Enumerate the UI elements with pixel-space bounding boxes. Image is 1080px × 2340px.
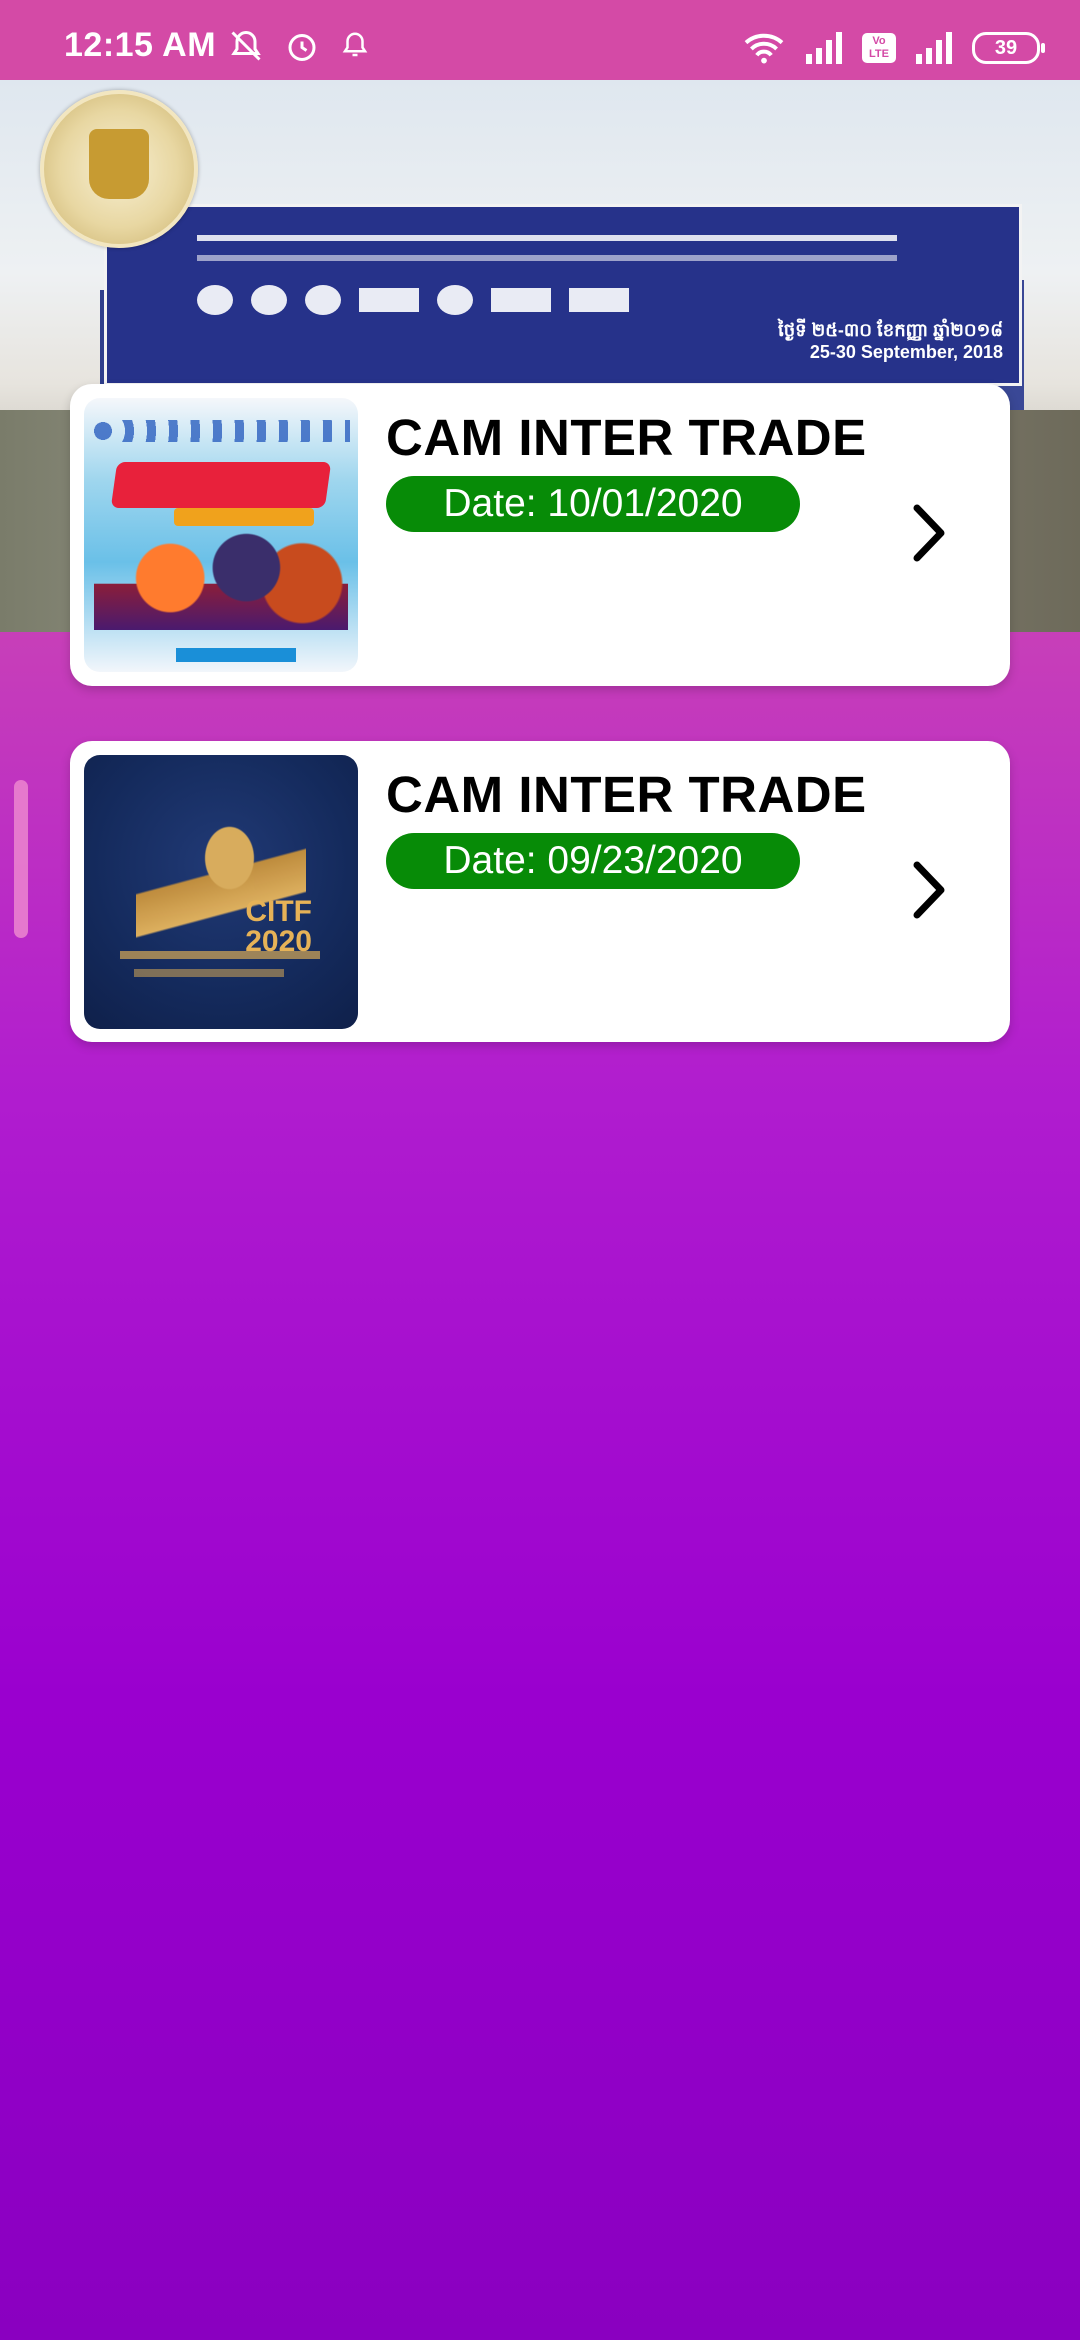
banner-date-english: 25-30 September, 2018 [809,342,1003,362]
status-icons-left [228,28,370,64]
sponsor-logo [359,288,419,312]
event-card[interactable]: CAM INTER TRADE Date: 10/01/2020 [70,384,1010,686]
battery-icon: 39 [972,32,1045,64]
status-icons-right: Vo LTE 39 [742,30,1045,66]
volte-bottom: LTE [869,48,889,60]
emblem-crest [89,129,149,199]
event-title: CAM INTER TRADE [386,409,867,466]
battery-level: 39 [994,36,1018,59]
volte-icon: Vo LTE [862,33,896,63]
banner-sign-date: ថ្ងៃទី ២៥-៣០ ខែកញ្ញា ឆ្នាំ២០១៨ 25-30 Sep… [778,319,1003,363]
bell-icon [342,32,368,57]
status-time: 12:15 AM [64,26,217,64]
sponsor-logo [569,288,629,312]
status-bar: 12:15 AM Vo LTE 39 [0,0,1080,80]
poster-subtitle-2 [134,969,284,977]
volte-top: Vo [872,35,886,47]
signal-icon [806,32,842,64]
poster-date-strip [176,648,296,662]
event-thumbnail [84,398,358,672]
sponsor-logo [305,285,341,315]
event-title: CAM INTER TRADE [386,766,867,823]
event-date-badge: Date: 09/23/2020 [386,833,800,889]
banner-sign: ថ្ងៃទី ២៥-៣០ ខែកញ្ញា ឆ្នាំ២០១៨ 25-30 Sep… [104,204,1022,386]
banner-sponsor-logos [197,285,629,315]
sponsor-logo [491,288,551,312]
mute-icon [231,30,261,61]
alarm-icon [288,34,316,61]
signal-icon-2 [916,32,952,64]
poster-title-banner [110,462,332,508]
chevron-right-icon[interactable] [898,859,960,921]
chevron-right-icon[interactable] [898,502,960,564]
poster-citf-text: CITF 2020 [245,895,312,958]
event-thumbnail: CITF 2020 [84,755,358,1029]
poster-subtitle [120,951,320,959]
sponsor-logo [437,285,473,315]
poster-artwork [94,526,348,630]
wifi-icon [744,33,784,64]
sponsor-logo [251,285,287,315]
banner-khmer-text [197,235,897,241]
event-date-badge: Date: 10/01/2020 [386,476,800,532]
sponsor-logo [197,285,233,315]
scroll-indicator[interactable] [14,780,28,938]
banner-khmer-text-2 [197,255,897,261]
poster-subtitle-banner [174,508,314,526]
poster-logos [92,420,350,442]
banner-date-khmer: ថ្ងៃទី ២៥-៣០ ខែកញ្ញា ឆ្នាំ២០១៨ [778,320,1003,340]
event-card[interactable]: CITF 2020 CAM INTER TRADE Date: 09/23/202… [70,741,1010,1042]
emblem-logo [40,90,198,248]
